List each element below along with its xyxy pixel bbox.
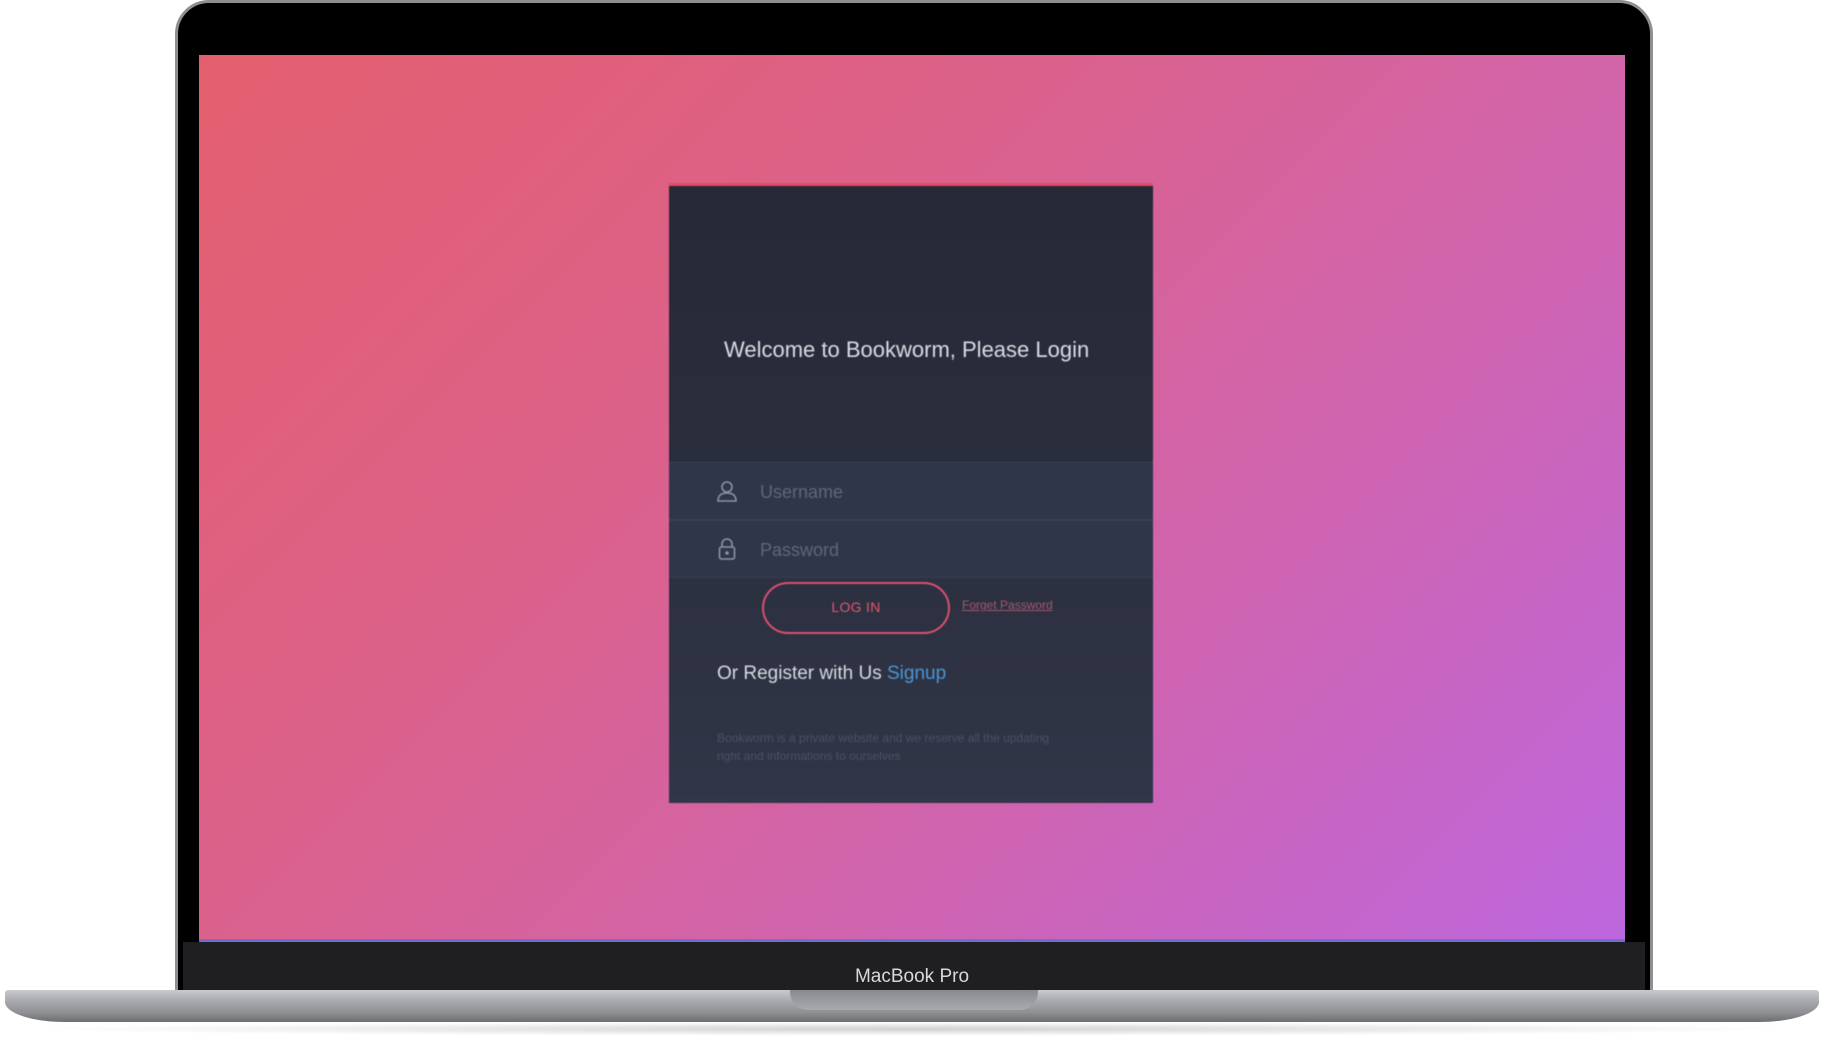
forgot-password-link[interactable]: Forget Password xyxy=(962,598,1053,612)
username-input[interactable] xyxy=(758,475,1122,509)
screen: Welcome to Bookworm, Please Login LOG IN… xyxy=(199,55,1625,941)
laptop-shadow xyxy=(20,1022,1804,1036)
login-card: Welcome to Bookworm, Please Login LOG IN… xyxy=(669,183,1153,803)
register-prefix: Or Register with Us xyxy=(717,663,882,684)
laptop-mockup: MacBook Pro Welcome to Bookworm, Please … xyxy=(0,0,1824,1060)
register-prompt: Or Register with Us Signup xyxy=(717,662,946,686)
device-label: MacBook Pro xyxy=(854,966,970,987)
password-input[interactable] xyxy=(758,533,1122,567)
username-field[interactable] xyxy=(669,462,1153,520)
user-icon xyxy=(717,481,737,502)
password-field[interactable] xyxy=(669,520,1153,578)
login-button[interactable]: LOG IN xyxy=(762,582,950,634)
laptop-base-notch xyxy=(790,990,1038,1010)
signup-link[interactable]: Signup xyxy=(887,663,946,684)
lock-icon xyxy=(718,538,736,560)
disclaimer-text: Bookworm is a private website and we res… xyxy=(717,731,1050,763)
login-title: Welcome to Bookworm, Please Login xyxy=(724,337,1090,362)
screen-bottom-edge xyxy=(199,939,1625,942)
